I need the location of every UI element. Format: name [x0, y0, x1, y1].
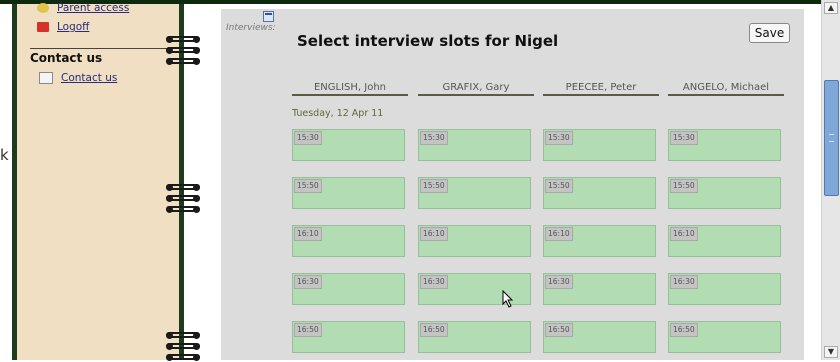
- save-button[interactable]: Save: [749, 23, 790, 43]
- ring: [166, 354, 200, 361]
- interview-slot[interactable]: 16:10: [668, 225, 781, 257]
- vertical-scrollbar[interactable]: ▲ ▼: [821, 0, 840, 360]
- interview-slot[interactable]: 15:50: [668, 177, 781, 209]
- slot-time-label: 16:30: [545, 275, 573, 289]
- interview-slot[interactable]: 16:50: [292, 321, 405, 353]
- binder-rings: [166, 184, 202, 214]
- logoff-label: Logoff: [57, 21, 90, 33]
- contact-us-link[interactable]: Contact us: [39, 72, 117, 84]
- interview-slot[interactable]: 15:50: [543, 177, 656, 209]
- slot-time-label: 16:30: [420, 275, 448, 289]
- interview-slot[interactable]: 16:50: [543, 321, 656, 353]
- slot-time-label: 15:30: [420, 131, 448, 145]
- slot-time-label: 15:30: [294, 131, 322, 145]
- slot-time-label: 15:30: [670, 131, 698, 145]
- mail-icon: [39, 72, 53, 84]
- binder-rings: [166, 332, 202, 362]
- slot-time-label: 16:50: [545, 323, 573, 337]
- interview-slot[interactable]: 15:30: [668, 129, 781, 161]
- contact-heading: Contact us: [30, 48, 175, 65]
- slot-time-label: 16:10: [294, 227, 322, 241]
- slot-time-label: 15:30: [545, 131, 573, 145]
- logoff-icon: [37, 22, 49, 32]
- ring: [166, 206, 200, 213]
- scroll-down-arrow-icon[interactable]: ▼: [824, 346, 838, 358]
- slot-time-label: 16:30: [294, 275, 322, 289]
- teacher-header: ANGELO, Michael: [668, 82, 784, 96]
- interview-slot[interactable]: 16:50: [668, 321, 781, 353]
- ring: [166, 343, 200, 350]
- parent-access-label: Parent access: [57, 2, 130, 14]
- slot-time-label: 15:50: [545, 179, 573, 193]
- ring: [166, 58, 200, 65]
- ring: [166, 195, 200, 202]
- slot-time-label: 16:30: [670, 275, 698, 289]
- slot-time-label: 16:10: [670, 227, 698, 241]
- interview-slot[interactable]: 16:30: [292, 273, 405, 305]
- stray-text: k: [0, 146, 9, 164]
- ring: [166, 332, 200, 339]
- scrollbar-thumb[interactable]: [824, 80, 839, 196]
- ring: [166, 36, 200, 43]
- contact-us-label: Contact us: [61, 72, 118, 84]
- parent-access-icon: [37, 3, 49, 13]
- interview-slot[interactable]: 15:30: [543, 129, 656, 161]
- slot-time-label: 16:10: [545, 227, 573, 241]
- slot-time-label: 16:10: [420, 227, 448, 241]
- interview-slot[interactable]: 16:30: [668, 273, 781, 305]
- interview-slot[interactable]: 16:10: [543, 225, 656, 257]
- interview-slot[interactable]: 15:50: [292, 177, 405, 209]
- interview-slot[interactable]: 16:30: [543, 273, 656, 305]
- slot-time-label: 16:50: [420, 323, 448, 337]
- interview-slot[interactable]: 15:30: [418, 129, 531, 161]
- logoff-link[interactable]: Logoff: [37, 21, 89, 33]
- interview-slot[interactable]: 15:50: [418, 177, 531, 209]
- section-label: Interviews:: [226, 23, 276, 33]
- teacher-header: GRAFIX, Gary: [418, 82, 534, 96]
- slot-time-label: 15:50: [670, 179, 698, 193]
- slot-time-label: 16:50: [670, 323, 698, 337]
- slot-time-label: 15:50: [294, 179, 322, 193]
- slot-time-label: 16:50: [294, 323, 322, 337]
- interview-slot[interactable]: 16:10: [418, 225, 531, 257]
- scroll-up-arrow-icon[interactable]: ▲: [824, 2, 838, 14]
- interviews-icon: [263, 11, 274, 22]
- mouse-cursor-icon: [502, 290, 514, 308]
- page-title: Select interview slots for Nigel: [297, 32, 559, 50]
- teacher-header: ENGLISH, John: [292, 82, 408, 96]
- slot-time-label: 15:50: [420, 179, 448, 193]
- interview-slot[interactable]: 16:50: [418, 321, 531, 353]
- teacher-header: PEECEE, Peter: [543, 82, 659, 96]
- binder-rings: [166, 36, 202, 66]
- grip-icon: [829, 134, 834, 142]
- parent-access-link[interactable]: Parent access: [37, 2, 129, 14]
- ring: [166, 47, 200, 54]
- interview-slot[interactable]: 16:10: [292, 225, 405, 257]
- date-label: Tuesday, 12 Apr 11: [292, 108, 384, 119]
- ring: [166, 184, 200, 191]
- sidebar: Parent access Logoff Contact us Contact …: [12, 2, 184, 360]
- interview-slot[interactable]: 15:30: [292, 129, 405, 161]
